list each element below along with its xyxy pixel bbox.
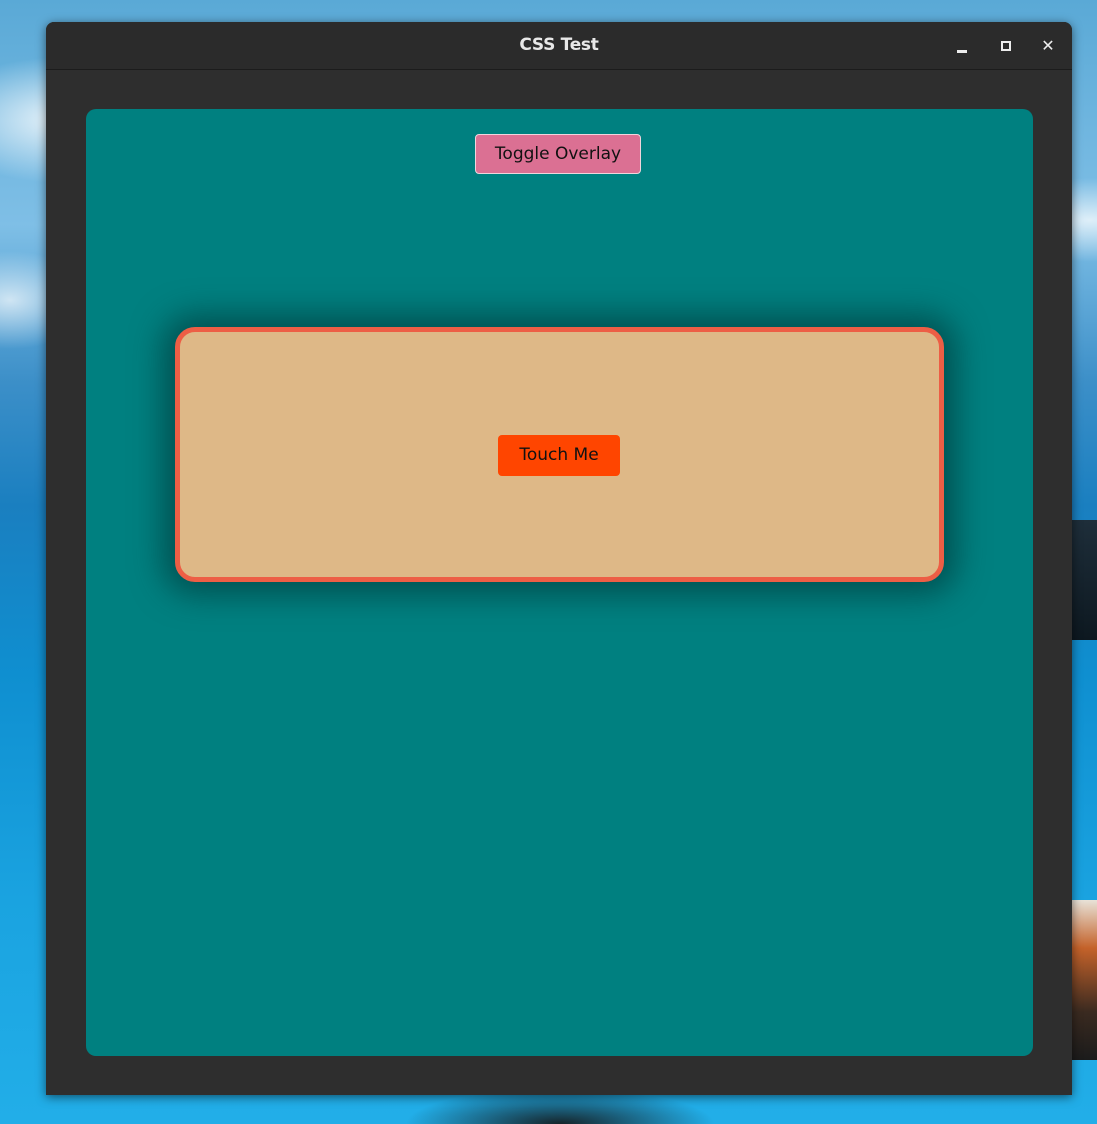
window-title: CSS Test xyxy=(519,35,599,55)
main-content-area: Toggle Overlay Touch Me xyxy=(86,109,1033,1056)
overlay-panel: Touch Me xyxy=(175,327,944,582)
wallpaper-boat-detail xyxy=(1071,520,1097,640)
window-titlebar[interactable]: CSS Test ✕ xyxy=(46,22,1072,70)
maximize-icon xyxy=(1001,41,1011,51)
close-icon: ✕ xyxy=(1041,36,1055,55)
wallpaper-boat-detail-lower xyxy=(1069,900,1097,1060)
touch-me-button[interactable]: Touch Me xyxy=(498,435,620,476)
app-window: CSS Test ✕ Toggle Overlay Touch Me xyxy=(46,22,1072,1095)
minimize-icon xyxy=(957,50,967,53)
toggle-overlay-button[interactable]: Toggle Overlay xyxy=(475,134,641,174)
minimize-button[interactable] xyxy=(950,34,974,58)
close-button[interactable]: ✕ xyxy=(1036,34,1060,58)
maximize-button[interactable] xyxy=(994,34,1018,58)
